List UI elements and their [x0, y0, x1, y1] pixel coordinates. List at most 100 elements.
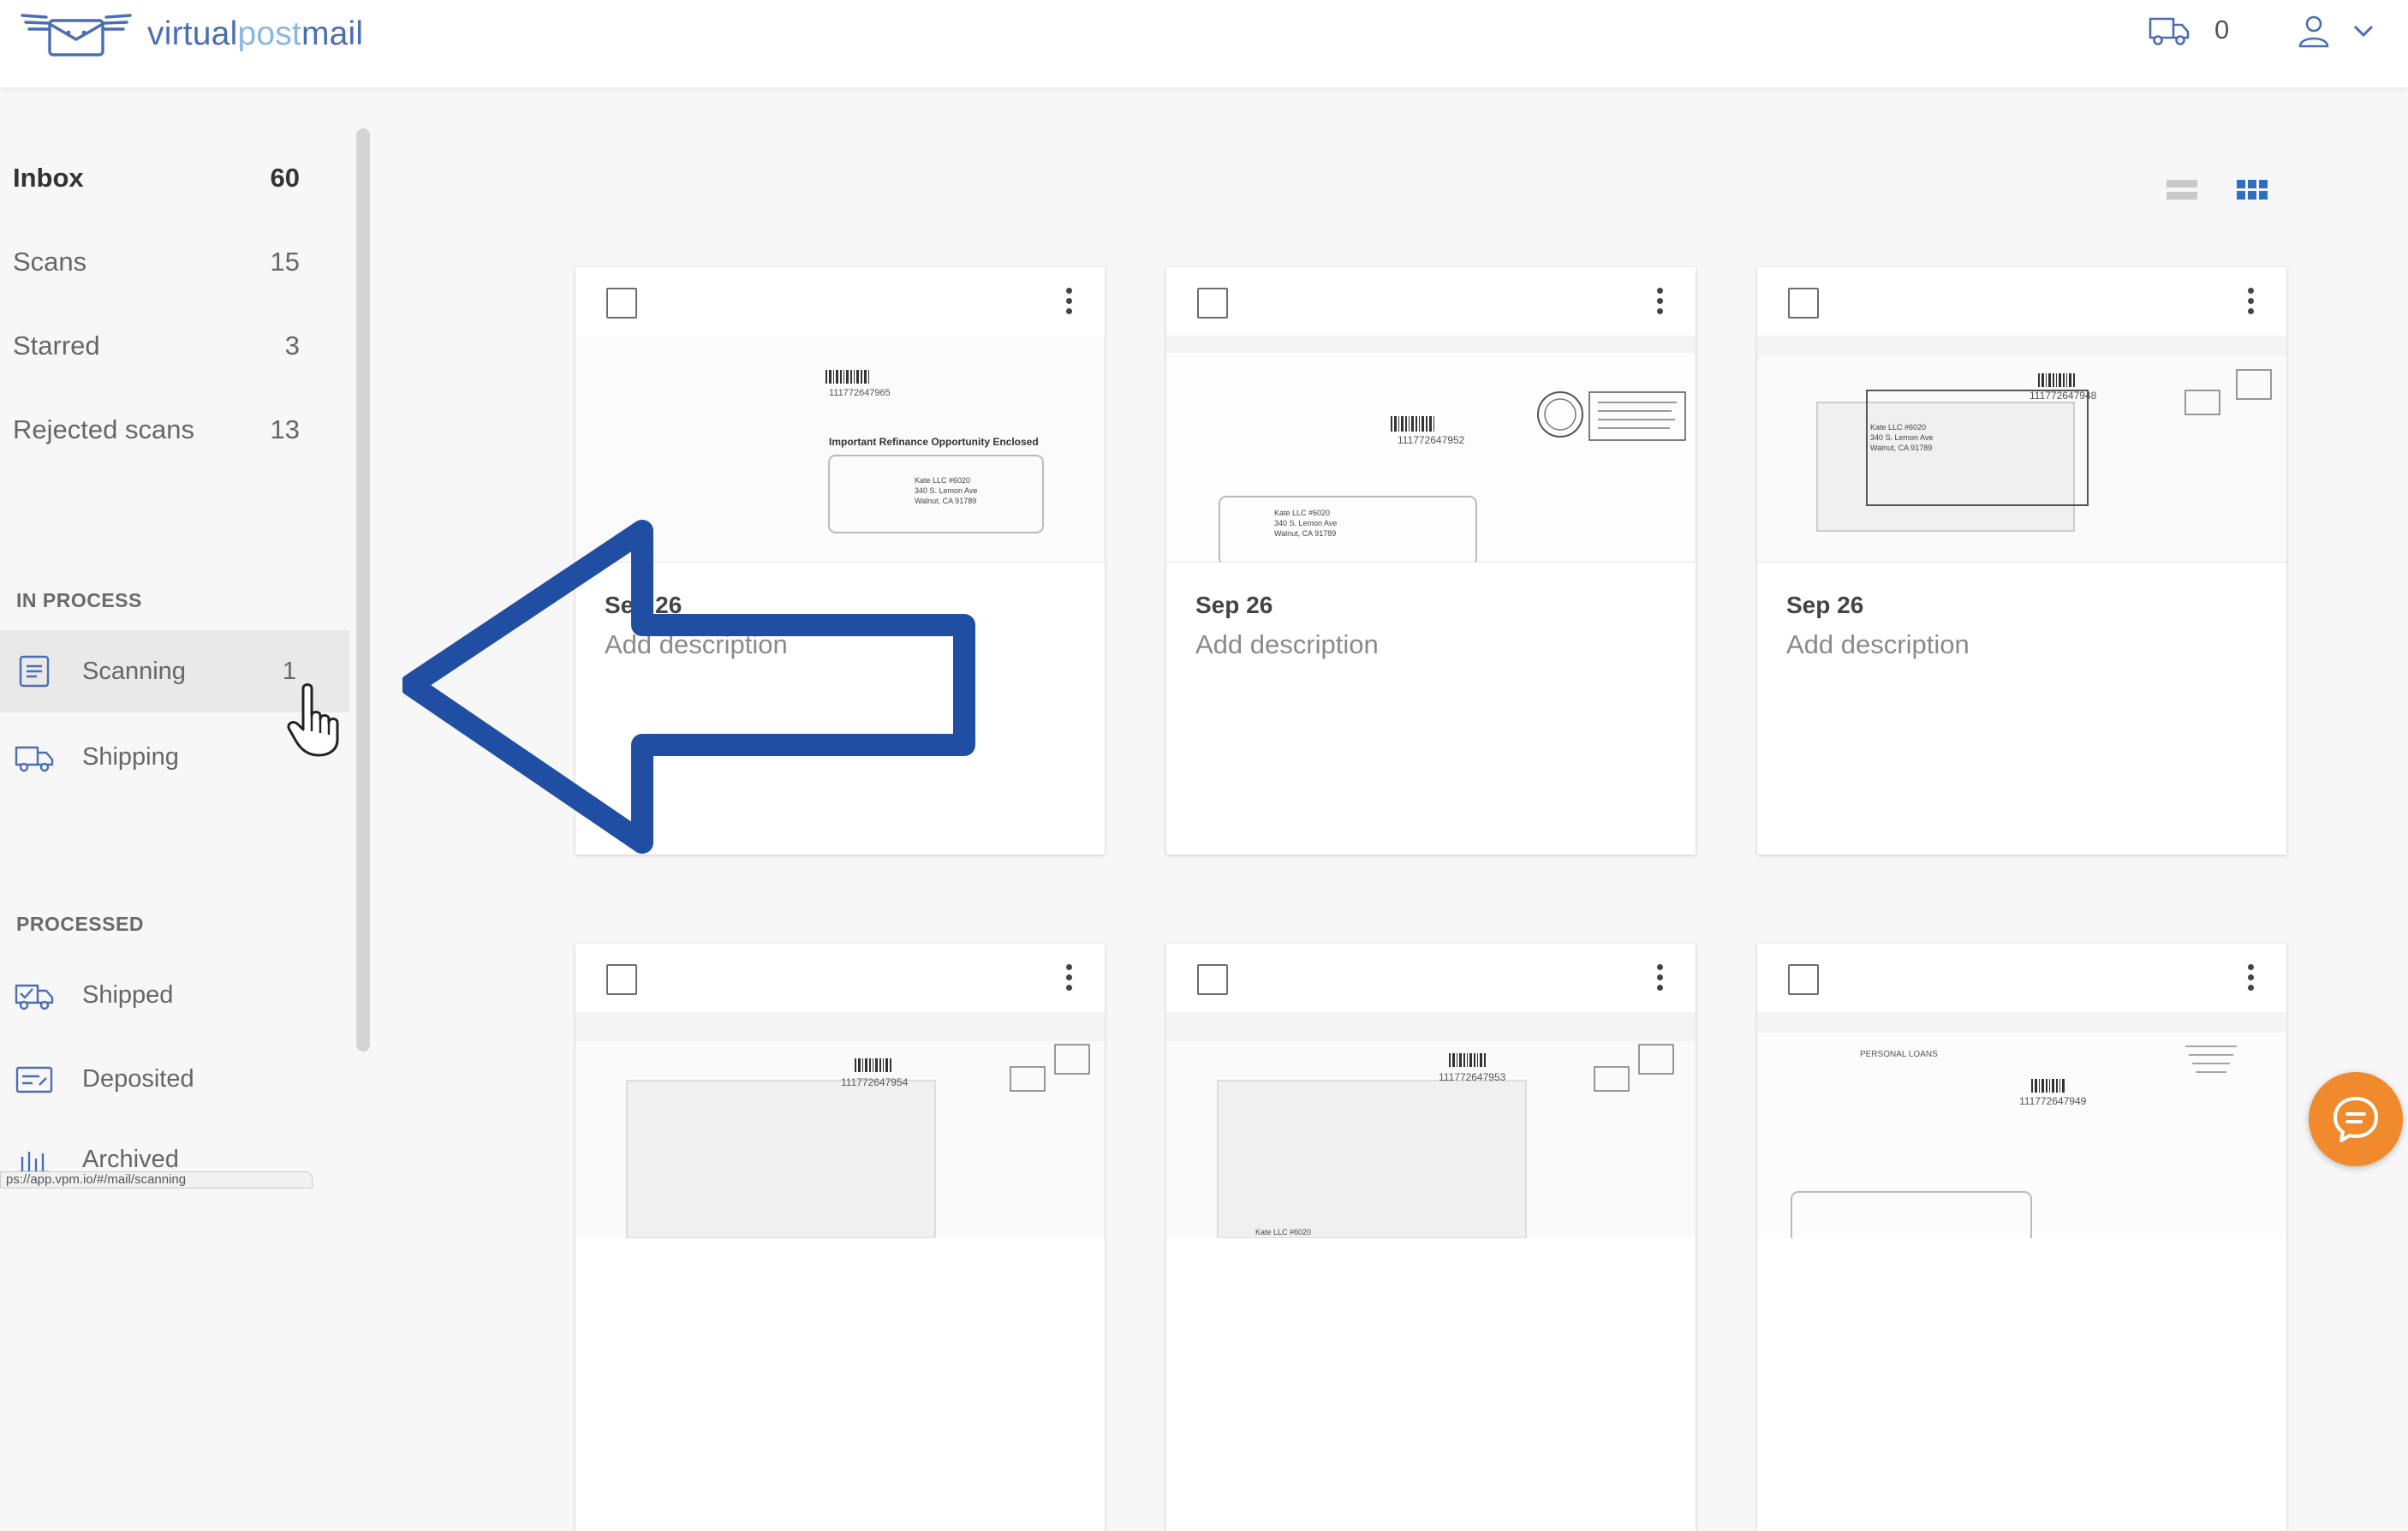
mail-thumbnail[interactable]: 111772647948 Kate LLC #6020 340 S. Lemon…: [1757, 336, 2286, 562]
address-line: Kate LLC #6020: [1255, 1228, 1311, 1236]
sidebar-item-shipped[interactable]: Shipped: [0, 954, 349, 1036]
brand-name-part: post: [237, 15, 301, 52]
more-vert-icon[interactable]: [1654, 961, 1665, 995]
add-description-field[interactable]: Add description: [1786, 629, 1970, 660]
address-line: Kate LLC #6020: [915, 476, 970, 485]
mail-card[interactable]: 111772647952 Kate LLC #6020 340 S. Lemon…: [1166, 267, 1696, 855]
envelope-scan-image: 111772647965 Important Refinance Opportu…: [575, 336, 1105, 562]
sidebar-item-count: 13: [270, 414, 300, 444]
mail-card[interactable]: 111772647965 Important Refinance Opportu…: [575, 267, 1105, 855]
sidebar-item-count: 3: [284, 331, 300, 360]
address-line: Kate LLC #6020: [1870, 423, 1926, 432]
sidebar-scrollbar[interactable]: [356, 128, 370, 1051]
cart-count: 0: [2214, 15, 2230, 45]
envelope-scan-image: 111772647948 Kate LLC #6020 340 S. Lemon…: [1757, 356, 2286, 562]
mail-date: Sep 26: [1786, 592, 1864, 618]
brand-name-part: virtual: [147, 15, 238, 52]
sidebar: Inbox 60 Scans 15 Starred 3 Rejected sca…: [0, 87, 353, 1185]
sidebar-item-label: Shipped: [82, 980, 174, 1009]
select-checkbox[interactable]: [1788, 964, 1819, 995]
mail-thumbnail[interactable]: 111772647965 Important Refinance Opportu…: [575, 336, 1105, 562]
barcode-number: 111772647965: [829, 388, 891, 398]
mail-card[interactable]: 111772647953 Kate LLC #6020: [1166, 944, 1696, 1531]
address-line: 340 S. Lemon Ave: [915, 486, 977, 495]
mail-date: Sep 26: [1195, 592, 1273, 618]
sidebar-item-label: Scans: [13, 247, 87, 277]
sidebar-item-inbox[interactable]: Inbox 60: [0, 152, 308, 204]
card-toolbar: [1166, 267, 1696, 337]
select-checkbox[interactable]: [606, 964, 637, 995]
more-vert-icon[interactable]: [1064, 284, 1074, 319]
add-description-field[interactable]: Add description: [1195, 629, 1379, 660]
mail-thumbnail[interactable]: 111772647953 Kate LLC #6020: [1166, 1012, 1696, 1238]
mail-thumbnail[interactable]: PERSONAL LOANS 111772647949: [1757, 1012, 2286, 1238]
select-checkbox[interactable]: [1197, 288, 1228, 319]
barcode-number: 111772647953: [1439, 1071, 1506, 1083]
status-bar-url: ps://app.vpm.io/#/mail/scanning: [0, 1171, 313, 1188]
deposited-icon: [15, 1066, 53, 1093]
address-line: Walnut, CA 91789: [1274, 529, 1336, 538]
shipped-icon: [15, 984, 54, 1010]
address-line: Kate LLC #6020: [1274, 509, 1330, 517]
sidebar-item-deposited[interactable]: Deposited: [0, 1038, 349, 1120]
mail-date: Sep 26: [605, 592, 682, 618]
brand-name-part: mail: [301, 15, 364, 52]
card-toolbar: [1757, 267, 2286, 337]
select-checkbox[interactable]: [1197, 964, 1228, 995]
envelope-scan-image: 111772647954: [575, 1041, 1105, 1238]
mail-card[interactable]: PERSONAL LOANS 111772647949: [1757, 944, 2286, 1531]
more-vert-icon[interactable]: [2245, 284, 2256, 319]
more-vert-icon[interactable]: [1654, 284, 1665, 319]
brand-logo[interactable]: virtualpostmail: [17, 9, 363, 60]
section-label-in-process: IN PROCESS: [16, 589, 142, 611]
sidebar-item-starred[interactable]: Starred 3: [0, 320, 308, 372]
shipping-icon: [15, 746, 54, 772]
envelope-scan-image: PERSONAL LOANS 111772647949: [1757, 1033, 2286, 1238]
shipping-cart-button[interactable]: 0: [2148, 12, 2229, 48]
hand-cursor-icon: [287, 683, 339, 757]
sidebar-item-rejected-scans[interactable]: Rejected scans 13: [0, 404, 308, 456]
grid-view-icon[interactable]: [2235, 176, 2269, 204]
card-info: Sep 26 Add description: [575, 562, 1105, 855]
barcode-number: 111772647952: [1398, 434, 1465, 446]
add-description-field[interactable]: Add description: [605, 629, 788, 660]
card-toolbar: [575, 267, 1105, 337]
mail-card[interactable]: 111772647954: [575, 944, 1105, 1531]
sidebar-item-label: Inbox: [13, 163, 84, 193]
card-toolbar: [575, 944, 1105, 1013]
envelope-note: PERSONAL LOANS: [1860, 1050, 1938, 1059]
sidebar-item-scans[interactable]: Scans 15: [0, 236, 308, 288]
envelope-scan-image: 111772647953 Kate LLC #6020: [1166, 1041, 1696, 1238]
select-checkbox[interactable]: [606, 288, 637, 319]
mail-thumbnail[interactable]: 111772647952 Kate LLC #6020 340 S. Lemon…: [1166, 336, 1696, 562]
mail-thumbnail[interactable]: 111772647954: [575, 1012, 1105, 1238]
list-view-icon[interactable]: [2165, 176, 2199, 204]
sidebar-item-label: Archived: [82, 1145, 179, 1173]
barcode-number: 111772647954: [841, 1076, 909, 1088]
barcode-number: 111772647949: [2019, 1095, 2087, 1107]
address-line: 340 S. Lemon Ave: [1870, 433, 1933, 442]
address-line: Walnut, CA 91789: [1870, 444, 1932, 452]
user-icon: [2298, 15, 2329, 48]
card-info: Sep 26 Add description: [1757, 562, 2286, 855]
sidebar-item-label: Scanning: [82, 657, 186, 685]
sidebar-item-label: Rejected scans: [13, 414, 194, 444]
section-label-processed: PROCESSED: [16, 913, 144, 935]
address-line: 340 S. Lemon Ave: [1274, 519, 1337, 527]
chat-button[interactable]: [2309, 1072, 2403, 1166]
select-checkbox[interactable]: [1788, 288, 1819, 319]
chevron-down-icon: [2353, 25, 2374, 38]
more-vert-icon[interactable]: [1064, 961, 1074, 995]
card-toolbar: [1166, 944, 1696, 1013]
scanning-icon: [19, 655, 50, 688]
truck-icon: [2149, 17, 2190, 45]
card-info: Sep 26 Add description: [1166, 562, 1696, 855]
barcode-number: 111772647948: [2030, 390, 2097, 402]
address-line: Walnut, CA 91789: [915, 497, 976, 505]
sidebar-item-label: Shipping: [82, 742, 179, 771]
envelope-wings-logo-icon: [21, 14, 132, 57]
more-vert-icon[interactable]: [2245, 961, 2256, 995]
sidebar-item-count: 60: [270, 163, 300, 193]
mail-card[interactable]: 111772647948 Kate LLC #6020 340 S. Lemon…: [1757, 267, 2286, 855]
user-menu-button[interactable]: [2295, 12, 2377, 50]
